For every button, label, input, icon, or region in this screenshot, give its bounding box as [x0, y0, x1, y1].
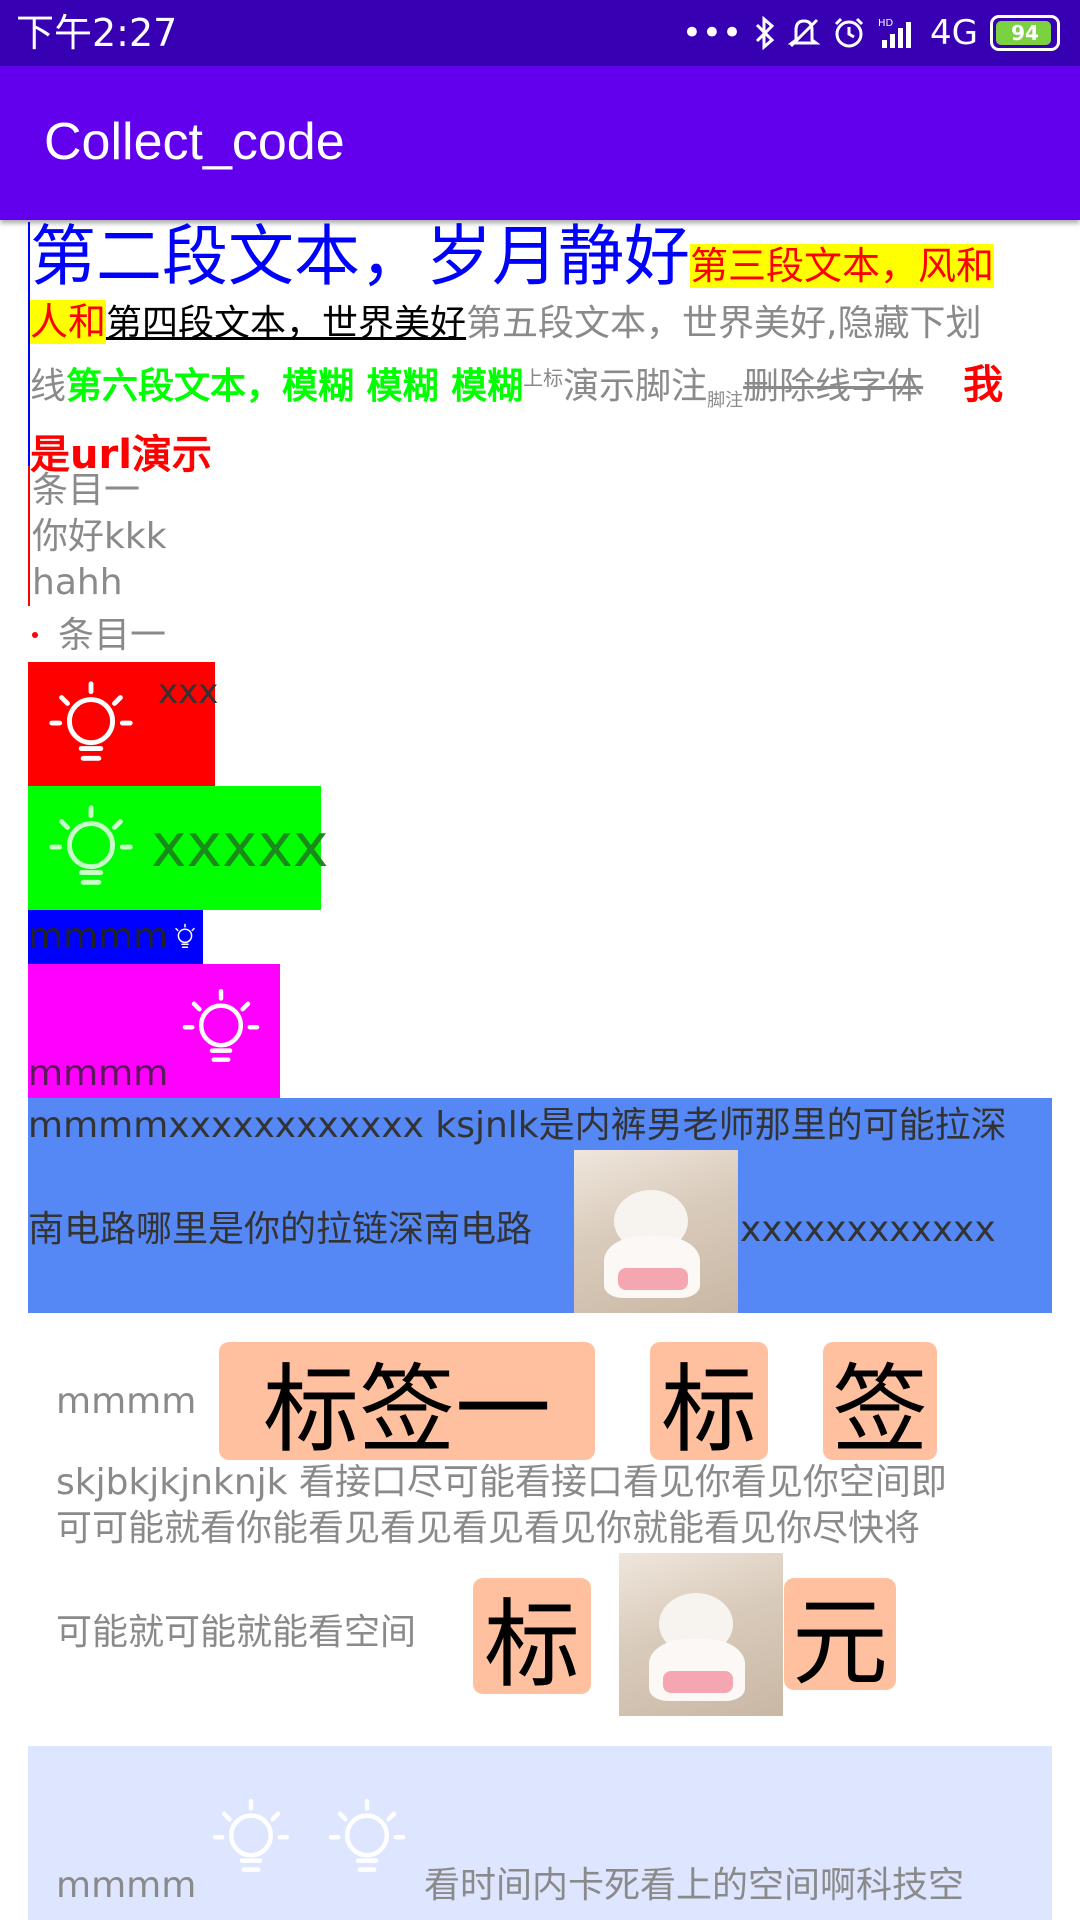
mute-icon: [788, 18, 821, 48]
bullet-dot-icon: [32, 632, 38, 638]
network-type: 4G: [930, 13, 978, 53]
status-time: 下午2:27: [16, 11, 178, 55]
lightbulb-icon: [182, 988, 260, 1062]
quote-item-1: 条目一: [32, 470, 141, 511]
image-span-magenta-label: mmmm: [28, 1053, 169, 1094]
image-span-blue: mmmm: [28, 910, 203, 964]
battery-level: 94: [1011, 21, 1039, 45]
bottom-text: 看时间内卡死看上的空间啊科技空: [424, 1865, 965, 1906]
mixed-line-2-right: xxxxxxxxxxxx: [740, 1209, 996, 1250]
tags-text-line-3: 可能就可能就能看空间: [56, 1612, 417, 1653]
image-span-green: xxxxx: [28, 786, 329, 910]
image-span-magenta: mmmm: [28, 964, 280, 1098]
lightbulb-icon: [175, 923, 195, 948]
image-span-green-label: xxxxx: [151, 811, 329, 881]
mixed-line-1: mmmmxxxxxxxxxxxx ksjnlk是内裤男老师那里的可能拉深: [28, 1105, 1007, 1146]
cat-image: [574, 1150, 738, 1313]
image-span-red-label: xxx: [158, 672, 219, 712]
image-span-red: xxx: [28, 662, 219, 786]
dots-icon: •••: [681, 13, 743, 53]
tag-5[interactable]: 元: [784, 1578, 896, 1699]
tag-2[interactable]: 标: [650, 1342, 768, 1466]
span-paragraph-5: 第五段文本，世界美好,: [466, 303, 838, 344]
bullet-item: 条目一: [58, 615, 167, 656]
lightbulb-icon: [49, 681, 133, 761]
lightbulb-icon: [328, 1798, 406, 1872]
rich-text-paragraph: 第二段文本，岁月静好第三段文本，风和人和第四段文本，世界美好第五段文本，世界美好…: [30, 222, 1010, 484]
quote-item-2: 你好kkk: [32, 516, 167, 557]
bluetooth-icon: [755, 16, 775, 50]
tags-prefix: mmmm: [56, 1381, 197, 1422]
svg-text:HD: HD: [878, 18, 894, 29]
app-title: Collect_code: [44, 113, 345, 171]
mixed-text-block: mmmmxxxxxxxxxxxx ksjnlk是内裤男老师那里的可能拉深 南电路…: [28, 1098, 1052, 1313]
status-bar: 下午2:27 ••• HD 4G 94: [0, 0, 1080, 66]
hd-signal-icon: HD: [878, 18, 912, 48]
mixed-line-2-left: 南电路哪里是你的拉链深南电路: [28, 1209, 533, 1250]
bottom-prefix: mmmm: [56, 1865, 197, 1906]
lightbulb-icon: [212, 1798, 290, 1872]
tags-text-line-2: 可可能就看你能看见看见看见看见你就能看见你尽快将: [56, 1508, 921, 1549]
cat-image: [619, 1553, 783, 1716]
span-paragraph-4[interactable]: 第四段文本，世界美好: [106, 303, 466, 344]
bottom-block: mmmm 看时间内卡死看上的空间啊科技空: [28, 1746, 1052, 1920]
battery-icon: 94: [990, 15, 1060, 51]
lightbulb-icon: [49, 805, 133, 885]
tags-text-line-1: skjbkjkjnknjk 看接口尽可能看接口看见你看见你空间即: [56, 1462, 947, 1503]
status-icons: ••• HD 4G 94: [682, 10, 1060, 56]
span-strikethrough: 删除线字体: [743, 366, 924, 407]
tag-3[interactable]: 签: [823, 1342, 937, 1466]
span-paragraph-2: 第二段文本，岁月静好: [30, 218, 690, 295]
span-superscript: 上标: [523, 366, 564, 390]
image-span-blue-label: mmmm: [28, 916, 169, 957]
tag-4[interactable]: 标: [473, 1578, 591, 1701]
quote-stripe: [28, 466, 30, 606]
span-paragraph-6: 第六段文本，模糊 模糊 模糊: [66, 366, 524, 407]
span-footnote-demo: 演示脚注: [563, 366, 708, 407]
alarm-icon: [834, 17, 864, 48]
tag-1[interactable]: 标签一: [219, 1342, 595, 1466]
span-subscript: 脚注: [707, 390, 744, 412]
quote-item-3: hahh: [32, 562, 123, 603]
